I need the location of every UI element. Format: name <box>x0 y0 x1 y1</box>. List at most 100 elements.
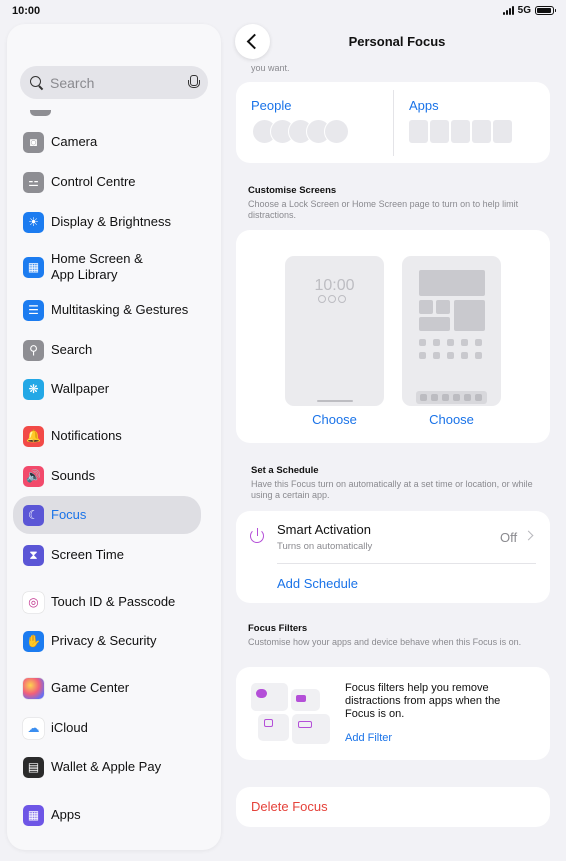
sidebar-item-home-screen-app-library[interactable]: ▦ Home Screen & App Library <box>13 249 201 285</box>
camera-icon: ◙ <box>23 131 44 153</box>
sidebar-item-label: Apps <box>51 807 81 822</box>
search-placeholder: Search <box>50 74 95 91</box>
moon-icon: ☾ <box>23 504 44 526</box>
smart-activation-subtitle: Turns on automatically <box>277 541 373 552</box>
add-schedule-button[interactable]: Add Schedule <box>277 576 358 591</box>
fingerprint-icon: ◎ <box>23 591 44 613</box>
home-app-placeholder <box>475 352 482 359</box>
customise-heading: Customise Screens <box>248 185 337 196</box>
dock-app-placeholder <box>431 394 438 401</box>
sidebar-item-label: Multitasking & Gestures <box>51 302 189 317</box>
sidebar-item-label: Display & Brightness <box>51 214 171 229</box>
sidebar-item-focus[interactable]: ☾ Focus <box>13 496 201 534</box>
truncated-description: you want. <box>251 63 290 73</box>
home-app-placeholder <box>447 352 454 359</box>
home-app-placeholder <box>419 339 426 346</box>
lock-widgets <box>318 295 346 303</box>
sidebar-item-label: Control Centre <box>51 174 136 189</box>
sidebar-item-label: Camera <box>51 134 98 149</box>
sidebar-item-wallet-apple-pay[interactable]: ▤ Wallet & Apple Pay <box>13 756 201 778</box>
sidebar-item-icloud[interactable]: ☁ iCloud <box>13 717 201 739</box>
people-button[interactable]: People <box>251 98 291 113</box>
microphone-icon[interactable] <box>188 75 200 90</box>
toggles-icon: ⚍ <box>23 171 44 193</box>
sidebar-item-camera[interactable]: ◙ Camera <box>13 131 201 153</box>
status-bar: 10:00 5G <box>0 0 566 22</box>
sidebar-item-screen-time[interactable]: ⧗ Screen Time <box>13 544 201 566</box>
sidebar-item-label: Screen Time <box>51 547 124 562</box>
sidebar-item-notifications[interactable]: 🔔 Notifications <box>13 425 201 447</box>
sidebar-item-game-center[interactable]: ● Game Center <box>13 677 201 699</box>
search-field[interactable]: Search <box>20 66 208 99</box>
dock-app-placeholder <box>475 394 482 401</box>
home-screen-icon: ▦ <box>23 256 44 278</box>
delete-focus-button[interactable]: Delete Focus <box>251 799 328 814</box>
customise-description: Choose a Lock Screen or Home Screen page… <box>248 199 519 220</box>
apps-button[interactable]: Apps <box>409 98 439 113</box>
sidebar-item-apps[interactable]: ▦ Apps <box>13 804 201 826</box>
sidebar-item-wallpaper[interactable]: ❋ Wallpaper <box>13 378 201 400</box>
add-filter-button[interactable]: Add Filter <box>345 732 392 744</box>
sidebar-item-control-centre[interactable]: ⚍ Control Centre <box>13 171 201 193</box>
wallet-icon: ▤ <box>23 756 44 778</box>
sidebar-item-privacy-security[interactable]: ✋ Privacy & Security <box>13 630 201 652</box>
hand-icon: ✋ <box>23 630 44 652</box>
home-app-placeholder <box>447 339 454 346</box>
sidebar-item-search[interactable]: ⚲ Search <box>13 339 201 361</box>
battery-low-icon <box>298 721 312 728</box>
dock-app-placeholder <box>464 394 471 401</box>
status-time: 10:00 <box>12 5 41 17</box>
filters-description: Customise how your apps and device behav… <box>248 637 522 647</box>
sidebar-item-label: Notifications <box>51 428 122 443</box>
sidebar-item-display-brightness[interactable]: ☀ Display & Brightness <box>13 211 201 233</box>
back-button[interactable] <box>235 24 270 59</box>
divider <box>393 90 394 156</box>
message-icon <box>256 689 267 698</box>
smart-activation-value[interactable]: Off <box>500 530 517 545</box>
search-icon: ⚲ <box>23 339 44 361</box>
page-title: Personal Focus <box>348 34 446 49</box>
speaker-icon: 🔊 <box>23 465 44 487</box>
choose-home-screen-button[interactable]: Choose <box>402 412 501 427</box>
filters-explanation: Focus filters help you remove distractio… <box>345 682 501 720</box>
sidebar-item-label: Wallet & Apple Pay <box>51 759 162 774</box>
sidebar-item-multitasking-gestures[interactable]: ☰ Multitasking & Gestures <box>13 299 201 321</box>
power-icon <box>250 528 266 544</box>
home-indicator <box>317 400 353 402</box>
home-widget <box>454 300 485 331</box>
home-app-placeholder <box>419 352 426 359</box>
search-icon <box>30 75 44 90</box>
calendar-icon <box>264 719 273 727</box>
smart-activation-label[interactable]: Smart Activation <box>277 522 371 537</box>
wallpaper-icon: ❋ <box>23 378 44 400</box>
sidebar-item-label: Touch ID & Passcode <box>51 594 176 609</box>
sidebar-item-touch-id-passcode[interactable]: ◎ Touch ID & Passcode <box>13 591 201 613</box>
schedule-heading: Set a Schedule <box>251 465 319 476</box>
mail-icon <box>296 695 306 702</box>
signal-icon <box>502 6 514 15</box>
filter-illustration-tile <box>292 714 330 744</box>
hourglass-icon: ⧗ <box>23 544 44 566</box>
home-app-placeholder <box>433 339 440 346</box>
sidebar-item-label: Focus <box>51 507 87 522</box>
sidebar-item-label: Game Center <box>51 680 130 695</box>
divider <box>277 563 536 564</box>
cloud-icon: ☁ <box>23 717 44 739</box>
sidebar-item-label: Search <box>51 342 93 357</box>
choose-lock-screen-button[interactable]: Choose <box>285 412 384 427</box>
bell-icon: 🔔 <box>23 425 44 447</box>
home-widget <box>419 300 433 314</box>
sidebar-item-sounds[interactable]: 🔊 Sounds <box>13 465 201 487</box>
sidebar-item-label: Wallpaper <box>51 381 110 396</box>
filters-heading: Focus Filters <box>248 623 308 634</box>
schedule-description: Have this Focus turn on automatically at… <box>251 479 533 500</box>
home-app-placeholder <box>475 339 482 346</box>
dock-app-placeholder <box>453 394 460 401</box>
filter-illustration-tile <box>258 714 289 741</box>
dock-app-placeholder <box>442 394 449 401</box>
network-label: 5G <box>517 5 531 16</box>
sidebar-item-label: Sounds <box>51 468 96 483</box>
sidebar-item-label: Privacy & Security <box>51 633 157 648</box>
people-placeholders <box>252 119 349 144</box>
home-widget <box>419 317 450 331</box>
